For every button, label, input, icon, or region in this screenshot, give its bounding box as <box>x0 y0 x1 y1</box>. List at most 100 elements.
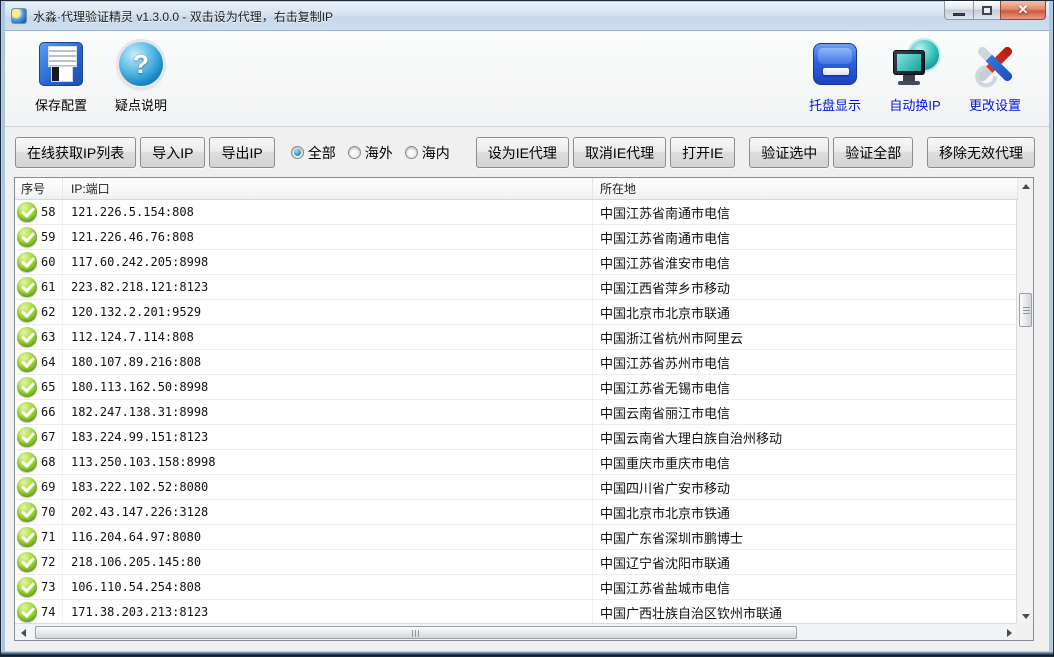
row-ip-cell: 182.247.138.31:8998 <box>63 400 593 424</box>
row-location-cell: 中国江苏省南通市电信 <box>593 200 1018 224</box>
maximize-button[interactable] <box>973 1 1001 20</box>
titlebar[interactable]: 水淼·代理验证精灵 v1.3.0.0 - 双击设为代理，右击复制IP <box>2 2 1052 31</box>
scope-radio-option[interactable]: 海内 <box>405 143 450 163</box>
horizontal-scrollbar[interactable] <box>15 623 1018 640</box>
save-config-button[interactable]: 保存配置 <box>21 31 101 114</box>
green-check-icon <box>17 352 37 372</box>
table-row[interactable]: 60 117.60.242.205:8998 中国江苏省淮安市电信 <box>15 250 1018 275</box>
row-number: 68 <box>41 455 55 469</box>
command-button[interactable]: 设为IE代理 <box>476 137 569 168</box>
window-title: 水淼·代理验证精灵 v1.3.0.0 - 双击设为代理，右击复制IP <box>33 8 333 25</box>
row-status-cell: 63 <box>15 325 63 349</box>
horizontal-scroll-thumb[interactable] <box>35 626 797 639</box>
scroll-up-button[interactable] <box>1017 178 1034 195</box>
row-location-cell: 中国江苏省南通市电信 <box>593 225 1018 249</box>
row-number: 72 <box>41 555 55 569</box>
column-header-ip[interactable]: IP:端口 <box>63 178 593 199</box>
table-row[interactable]: 64 180.107.89.216:808 中国江苏省苏州市电信 <box>15 350 1018 375</box>
command-button[interactable]: 取消IE代理 <box>573 137 666 168</box>
table-row[interactable]: 74 171.38.203.213:8123 中国广西壮族自治区钦州市联通 <box>15 600 1018 625</box>
client-area: 保存配置 ? 疑点说明 托盘显示 自 <box>5 31 1049 651</box>
close-icon: ✕ <box>1018 2 1029 18</box>
arrow-down-icon <box>1022 614 1030 619</box>
change-settings-button[interactable]: 更改设置 <box>955 31 1035 114</box>
table-row[interactable]: 58 121.226.5.154:808 中国江苏省南通市电信 <box>15 200 1018 225</box>
table-row[interactable]: 71 116.204.64.97:8080 中国广东省深圳市鹏博士 <box>15 525 1018 550</box>
proxy-list: 序号 IP:端口 所在地 58 121.226.5.154:808 中国江苏省南… <box>14 177 1034 641</box>
table-row[interactable]: 63 112.124.7.114:808 中国浙江省杭州市阿里云 <box>15 325 1018 350</box>
row-location-cell: 中国北京市北京市联通 <box>593 300 1018 324</box>
row-status-cell: 64 <box>15 350 63 374</box>
app-window: 水淼·代理验证精灵 v1.3.0.0 - 双击设为代理，右击复制IP ✕ 保存配… <box>0 0 1054 657</box>
row-ip-cell: 180.107.89.216:808 <box>63 350 593 374</box>
radio-label: 海内 <box>422 143 450 163</box>
green-check-icon <box>17 602 37 622</box>
command-button[interactable]: 移除无效代理 <box>927 137 1035 168</box>
radio-icon[interactable] <box>405 146 418 159</box>
row-number: 62 <box>41 305 55 319</box>
table-row[interactable]: 65 180.113.162.50:8998 中国江苏省无锡市电信 <box>15 375 1018 400</box>
command-button[interactable]: 打开IE <box>670 137 735 168</box>
toolbar-left-group: 保存配置 ? 疑点说明 <box>21 31 181 114</box>
command-button[interactable]: 验证选中 <box>749 137 829 168</box>
row-location-cell: 中国四川省广安市移动 <box>593 475 1018 499</box>
row-number: 60 <box>41 255 55 269</box>
row-status-cell: 58 <box>15 200 63 224</box>
table-row[interactable]: 62 120.132.2.201:9529 中国北京市北京市联通 <box>15 300 1018 325</box>
floppy-disk-icon <box>39 42 83 86</box>
scope-radio-option[interactable]: 全部 <box>291 143 336 163</box>
table-row[interactable]: 69 183.222.102.52:8080 中国四川省广安市移动 <box>15 475 1018 500</box>
row-status-cell: 69 <box>15 475 63 499</box>
row-ip-cell: 121.226.46.76:808 <box>63 225 593 249</box>
command-button[interactable]: 导入IP <box>140 137 205 168</box>
close-button[interactable]: ✕ <box>1000 1 1046 20</box>
ip-list-button-group: 在线获取IP列表导入IP导出IP <box>15 137 279 168</box>
row-ip-cell: 106.110.54.254:808 <box>63 575 593 599</box>
change-settings-label: 更改设置 <box>969 95 1021 114</box>
tray-display-button[interactable]: 托盘显示 <box>795 31 875 114</box>
minimize-icon <box>953 13 965 16</box>
table-row[interactable]: 59 121.226.46.76:808 中国江苏省南通市电信 <box>15 225 1018 250</box>
green-check-icon <box>17 427 37 447</box>
row-ip-cell: 120.132.2.201:9529 <box>63 300 593 324</box>
row-ip-cell: 113.250.103.158:8998 <box>63 450 593 474</box>
help-notes-button[interactable]: ? 疑点说明 <box>101 31 181 114</box>
list-header: 序号 IP:端口 所在地 <box>15 178 1018 200</box>
command-button[interactable]: 验证全部 <box>833 137 913 168</box>
row-status-cell: 68 <box>15 450 63 474</box>
radio-icon[interactable] <box>291 146 304 159</box>
row-number: 70 <box>41 505 55 519</box>
table-row[interactable]: 70 202.43.147.226:3128 中国北京市北京市铁通 <box>15 500 1018 525</box>
command-button[interactable]: 导出IP <box>209 137 274 168</box>
row-location-cell: 中国江西省萍乡市移动 <box>593 275 1018 299</box>
list-rows: 58 121.226.5.154:808 中国江苏省南通市电信 59 121.2… <box>15 200 1018 625</box>
row-location-cell: 中国江苏省苏州市电信 <box>593 350 1018 374</box>
green-check-icon <box>17 252 37 272</box>
auto-change-ip-label: 自动换IP <box>889 95 940 114</box>
table-row[interactable]: 68 113.250.103.158:8998 中国重庆市重庆市电信 <box>15 450 1018 475</box>
scope-radio-option[interactable]: 海外 <box>348 143 393 163</box>
row-number: 74 <box>41 605 55 619</box>
table-row[interactable]: 61 223.82.218.121:8123 中国江西省萍乡市移动 <box>15 275 1018 300</box>
scroll-left-button[interactable] <box>15 624 32 641</box>
green-check-icon <box>17 202 37 222</box>
auto-change-ip-button[interactable]: 自动换IP <box>875 31 955 114</box>
vertical-scrollbar[interactable] <box>1016 178 1033 625</box>
table-row[interactable]: 72 218.106.205.145:80 中国辽宁省沈阳市联通 <box>15 550 1018 575</box>
row-status-cell: 66 <box>15 400 63 424</box>
table-row[interactable]: 73 106.110.54.254:808 中国江苏省盐城市电信 <box>15 575 1018 600</box>
green-check-icon <box>17 227 37 247</box>
vertical-scroll-thumb[interactable] <box>1019 293 1032 327</box>
row-location-cell: 中国北京市北京市铁通 <box>593 500 1018 524</box>
toolbar-right-group: 托盘显示 自动换IP 更改设置 <box>795 31 1035 114</box>
row-ip-cell: 202.43.147.226:3128 <box>63 500 593 524</box>
radio-icon[interactable] <box>348 146 361 159</box>
column-header-no[interactable]: 序号 <box>15 178 63 199</box>
row-ip-cell: 218.106.205.145:80 <box>63 550 593 574</box>
command-button[interactable]: 在线获取IP列表 <box>15 137 136 168</box>
table-row[interactable]: 67 183.224.99.151:8123 中国云南省大理白族自治州移动 <box>15 425 1018 450</box>
column-header-loc[interactable]: 所在地 <box>593 178 1018 199</box>
table-row[interactable]: 66 182.247.138.31:8998 中国云南省丽江市电信 <box>15 400 1018 425</box>
row-number: 66 <box>41 405 55 419</box>
minimize-button[interactable] <box>944 1 974 20</box>
